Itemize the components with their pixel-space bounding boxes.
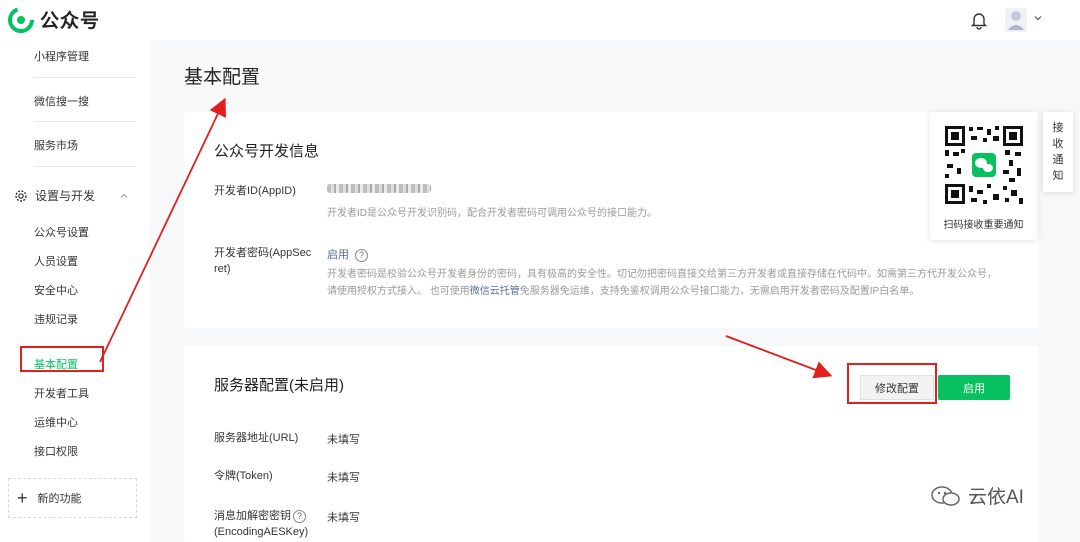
page-title: 基本配置 [184,67,261,88]
sidebar: 小程序管理 微信搜一搜 服务市场 设置与开发 公众号设置 人员设置 安全中心 违… [0,40,150,542]
watermark: 云依AI [930,482,1024,509]
sidebar-item-miniprogram[interactable]: 小程序管理 [34,48,89,64]
sidebar-item-security-center[interactable]: 安全中心 [34,282,78,298]
token-value: 未填写 [327,472,360,484]
sidebar-divider [34,77,136,78]
top-bar: 公众号 [0,0,1080,40]
app-logo[interactable]: 公众号 [8,6,100,33]
appid-description: 开发者ID是公众号开发识别码，配合开发者密码可调用公众号的接口能力。 [327,208,657,219]
notify-char: 知 [1052,170,1064,182]
server-url-label: 服务器地址(URL) [214,432,299,444]
appid-label: 开发者ID(AppID) [214,185,296,197]
sidebar-item-market[interactable]: 服务市场 [34,137,78,153]
appsecret-label-line2: ret) [214,263,231,275]
token-label: 令牌(Token) [214,470,273,482]
aeskey-label-line2: (EncodingAESKey) [214,526,309,538]
server-url-value: 未填写 [327,434,360,446]
help-icon[interactable]: ? [293,509,306,523]
notify-char: 接 [1052,122,1064,134]
sidebar-item-account-settings[interactable]: 公众号设置 [34,224,89,240]
notify-tab[interactable]: 接 收 通 知 [1043,112,1073,192]
appsecret-description: 开发者密码是校验公众号开发者身份的密码，具有极高的安全性。切记勿把密码直接交给第… [327,266,1032,300]
qr-notify-panel: 扫码接收重要通知 [930,112,1037,240]
bell-icon[interactable] [968,9,990,31]
sidebar-item-staff-settings[interactable]: 人员设置 [34,253,78,269]
wechat-mp-logo-icon [8,6,34,33]
enable-button[interactable]: 启用 [938,375,1010,400]
wechat-icon [931,485,960,506]
desc-text: 免服务器免运维，支持免鉴权调用公众号接口能力，无需启用开发者密码及配置IP白名单… [519,286,920,297]
app-name: 公众号 [40,11,101,32]
qr-code[interactable] [943,124,1025,206]
watermark-text: 云依AI [968,487,1024,508]
chevron-up-icon [120,193,128,198]
appsecret-desc-line2: 请使用授权方式接入。 也可使用微信云托管免服务器免运维，支持免鉴权调用公众号接口… [327,283,1032,300]
qr-caption: 扫码接收重要通知 [943,220,1024,231]
cloud-hosting-link[interactable]: 微信云托管 [470,286,520,297]
help-icon[interactable]: ? [355,248,368,262]
notify-char: 通 [1052,154,1064,166]
sidebar-group-settings-dev[interactable]: 设置与开发 [14,187,129,204]
server-config-title: 服务器配置(未启用) [214,377,344,394]
annotation-highlight-basic-config [20,346,104,372]
sidebar-group-label: 设置与开发 [35,189,96,203]
aeskey-label-line1: 消息加解密密钥 [214,510,291,522]
new-feature-label: 新的功能 [37,493,82,505]
notify-char: 收 [1052,138,1064,150]
appid-value-blurred [327,184,431,193]
avatar-icon[interactable] [1003,6,1029,34]
new-feature-button[interactable]: + 新的功能 [8,478,137,518]
aeskey-value: 未填写 [327,512,360,524]
appsecret-label: 开发者密码(AppSec ret) [214,245,311,277]
sidebar-divider [34,166,136,167]
aeskey-label: 消息加解密密钥? (EncodingAESKey) [214,508,308,540]
appsecret-action: 启用? [327,246,368,262]
chevron-down-icon[interactable] [1033,13,1043,23]
sidebar-item-ops-center[interactable]: 运维中心 [34,414,78,430]
sidebar-item-search[interactable]: 微信搜一搜 [34,93,89,109]
appsecret-label-line1: 开发者密码(AppSec [214,247,312,259]
appsecret-desc-line1: 开发者密码是校验公众号开发者身份的密码，具有极高的安全性。切记勿把密码直接交给第… [327,269,997,280]
desc-text: 请使用授权方式接入。 也可使用 [327,286,470,297]
enable-secret-link[interactable]: 启用 [327,249,349,261]
sidebar-divider [34,121,136,122]
sidebar-item-violations[interactable]: 违规记录 [34,311,78,327]
annotation-highlight-modify [847,363,937,404]
sidebar-item-dev-tools[interactable]: 开发者工具 [34,385,89,401]
dev-info-title: 公众号开发信息 [214,143,320,160]
gear-icon [15,189,27,202]
sidebar-item-api-permissions[interactable]: 接口权限 [34,443,78,459]
plus-icon: + [17,488,28,508]
